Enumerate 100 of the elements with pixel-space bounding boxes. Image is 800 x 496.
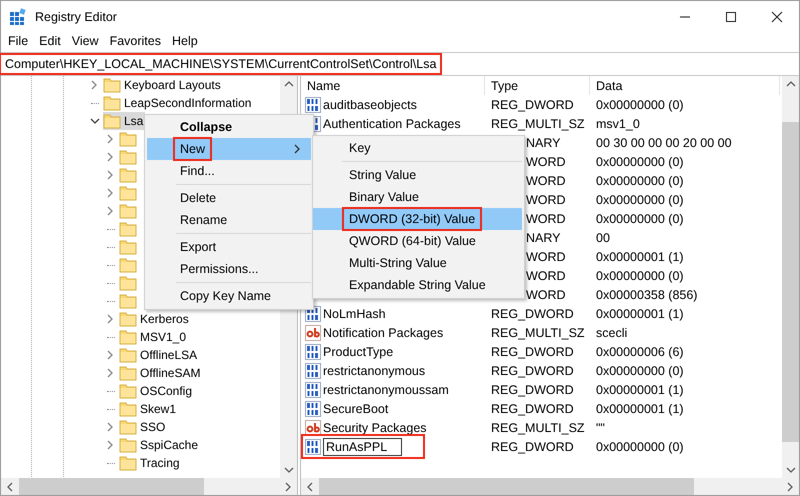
table-cell-text: NARY: [525, 230, 562, 244]
folder-icon: [119, 437, 137, 453]
table-cell-text: NARY: [525, 136, 562, 150]
value-name: NoLmHash: [323, 306, 386, 320]
column-header[interactable]: Name: [301, 76, 485, 95]
column-header[interactable]: Type: [485, 76, 590, 95]
window-title: Registry Editor: [35, 10, 117, 24]
horizontal-scrollbar[interactable]: [301, 478, 799, 495]
table-cell-text: WORD: [525, 192, 567, 206]
folder-icon: [119, 383, 137, 399]
menu-item[interactable]: View: [68, 34, 106, 48]
table-cell-text: 0x00000000 (0): [595, 212, 685, 226]
rename-field[interactable]: RunAsPPL: [323, 438, 402, 456]
binary-value-icon: [305, 400, 321, 416]
menu-item[interactable]: String Value: [313, 164, 522, 186]
scroll-left-icon[interactable]: [306, 482, 314, 492]
table-cell-text: REG_DWORD: [490, 440, 575, 454]
maximize-icon[interactable]: [725, 10, 737, 22]
string-value-icon: [305, 324, 321, 340]
table-cell-text: 0x00000000 (0): [595, 192, 685, 206]
tree-item[interactable]: SspiCache: [138, 437, 200, 453]
scroll-right-icon[interactable]: [284, 482, 292, 492]
menu-item[interactable]: Key: [313, 137, 522, 159]
menu-item[interactable]: Favorites: [106, 34, 168, 48]
value-name: SecureBoot: [323, 402, 388, 416]
folder-icon: [103, 113, 121, 129]
menu-item[interactable]: Permissions...: [147, 258, 311, 280]
table-cell-text: "": [595, 420, 606, 434]
tree-item[interactable]: Tracing: [138, 455, 182, 471]
value-name: restrictanonymoussam: [323, 382, 449, 396]
menu-item[interactable]: Collapse: [147, 116, 311, 138]
tree-item[interactable]: LeapSecondInformation: [122, 95, 254, 111]
scroll-up-icon[interactable]: [284, 80, 294, 88]
tree-item[interactable]: OfflineLSA: [138, 347, 200, 363]
binary-value-icon: [305, 438, 321, 454]
table-cell-text: WORD: [525, 212, 567, 226]
menu-item[interactable]: Binary Value: [313, 186, 522, 208]
table-cell-text: REG_DWORD: [490, 382, 575, 396]
menu-item[interactable]: Rename: [147, 209, 311, 231]
menu-item[interactable]: QWORD (64-bit) Value: [313, 230, 522, 252]
tree-item[interactable]: MSV1_0: [138, 329, 188, 345]
table-cell-text: scecli: [595, 326, 628, 340]
scroll-down-icon[interactable]: [786, 466, 796, 474]
table-cell-text: REG_DWORD: [490, 98, 575, 112]
address-bar[interactable]: Computer\HKEY_LOCAL_MACHINE\SYSTEM\CurrentControlSet\Control\Lsa: [1, 52, 799, 76]
menu-item[interactable]: Copy Key Name: [147, 285, 311, 307]
scroll-up-icon[interactable]: [786, 80, 796, 88]
table-cell-text: 0x00000001 (1): [595, 382, 685, 396]
tree-item[interactable]: Skew1: [138, 401, 178, 417]
folder-icon: [119, 311, 137, 327]
horizontal-scrollbar[interactable]: [1, 478, 297, 495]
column-header[interactable]: Data: [590, 76, 780, 95]
scroll-left-icon[interactable]: [6, 482, 14, 492]
folder-icon: [103, 77, 121, 93]
menu-item[interactable]: Expandable String Value: [313, 274, 522, 296]
menu-item[interactable]: Delete: [147, 187, 311, 209]
binary-value-icon: [305, 96, 321, 112]
menu-item[interactable]: File: [4, 34, 36, 48]
close-icon[interactable]: [771, 10, 783, 22]
menu-item[interactable]: Edit: [35, 34, 68, 48]
table-cell-text: WORD: [525, 288, 567, 302]
table-cell-text: REG_MULTI_SZ: [490, 326, 586, 340]
folder-icon: [119, 419, 137, 435]
table-cell-text: WORD: [525, 268, 567, 282]
menu-item[interactable]: Export: [147, 236, 311, 258]
table-cell-text: 0x00000000 (0): [595, 268, 685, 282]
table-cell-text: 0x00000000 (0): [595, 440, 685, 454]
table-cell-text: 0x00000001 (1): [595, 250, 685, 264]
tree-item[interactable]: OSConfig: [138, 383, 194, 399]
value-name: Authentication Packages: [323, 116, 461, 130]
folder-icon: [119, 329, 137, 345]
value-name: auditbaseobjects: [323, 98, 417, 112]
folder-icon: [119, 347, 137, 363]
table-cell-text: WORD: [525, 250, 567, 264]
menu-item[interactable]: Help: [168, 34, 205, 48]
table-cell-text: REG_MULTI_SZ: [490, 116, 586, 130]
tree-item[interactable]: Keyboard Layouts: [122, 77, 223, 93]
binary-value-icon: [305, 362, 321, 378]
vertical-scrollbar[interactable]: [782, 76, 799, 478]
folder-icon: [103, 95, 121, 111]
menu-item[interactable]: DWORD (32-bit) Value: [313, 208, 522, 230]
table-cell-text: 0x00000001 (1): [595, 402, 685, 416]
collapse-chevron-icon[interactable]: [90, 116, 100, 126]
table-cell-text: 0x00000001 (1): [595, 306, 685, 320]
table-cell-text: 0x00000358 (856): [595, 288, 698, 302]
scroll-right-icon[interactable]: [786, 482, 794, 492]
scroll-down-icon[interactable]: [284, 466, 294, 474]
tree-item[interactable]: SSO: [138, 419, 168, 435]
menu-item[interactable]: Multi-String Value: [313, 252, 522, 274]
registry-cubes-icon: [9, 8, 27, 26]
tree-item[interactable]: Kerberos: [138, 311, 191, 327]
tree-item[interactable]: OfflineSAM: [138, 365, 202, 381]
table-cell-text: WORD: [525, 154, 567, 168]
value-name: Security Packages: [323, 420, 427, 434]
folder-icon: [119, 401, 137, 417]
table-cell-text: 00 30 00 00 00 20 00 00: [595, 136, 733, 150]
menu-item[interactable]: New: [147, 138, 311, 160]
menu-item[interactable]: Find...: [147, 160, 311, 182]
binary-value-icon: [305, 344, 321, 360]
value-name: ProductType: [323, 344, 394, 358]
